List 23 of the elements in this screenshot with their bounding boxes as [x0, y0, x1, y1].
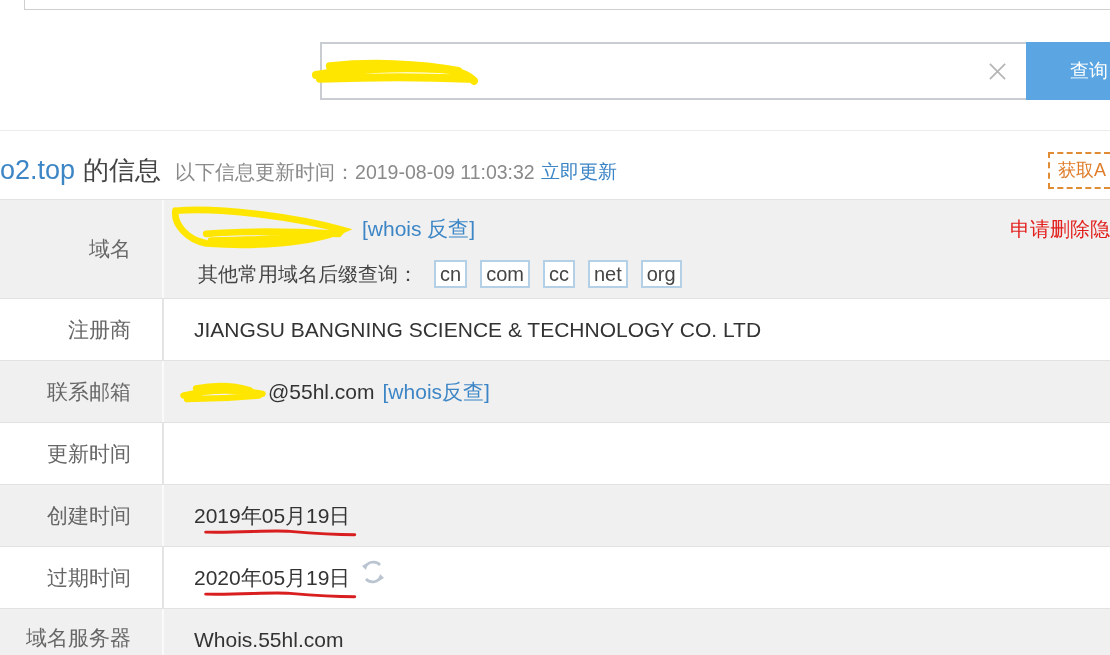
whois-link[interactable]: [whois 反查]: [362, 215, 476, 243]
field-value: 2019年05月19日: [194, 503, 351, 527]
update-now-link[interactable]: 立即更新: [540, 159, 617, 185]
close-icon[interactable]: [988, 61, 1007, 81]
suffix-link[interactable]: com: [480, 260, 530, 288]
whois-link[interactable]: [whois反查]: [382, 377, 490, 406]
suffix-link[interactable]: cc: [542, 260, 575, 288]
suffix-link[interactable]: org: [640, 260, 682, 288]
field-label: 域名服务器: [0, 609, 164, 655]
search-button[interactable]: 查询: [1026, 42, 1110, 100]
refresh-icon[interactable]: [360, 558, 387, 585]
field-value: @55hl.com: [268, 379, 375, 403]
domain-heading: o2.top: [0, 154, 76, 186]
suffix-query-label: 其他常用域名后缀查询：: [198, 261, 418, 287]
suffix-link[interactable]: cn: [434, 260, 468, 288]
privacy-removal-link[interactable]: 申请删除隐: [1010, 215, 1110, 243]
fetch-button[interactable]: 获取A: [1048, 151, 1110, 189]
update-time-note: 以下信息更新时间：2019-08-09 11:03:32: [175, 159, 535, 185]
field-value: JIANGSU BANGNING SCIENCE & TECHNOLOGY CO. LTD: [194, 317, 762, 341]
field-value: 2020年05月19日: [194, 565, 351, 589]
field-value: Whois.55hl.com: [194, 628, 344, 651]
heading-title: 的信息: [83, 153, 162, 187]
suffix-link[interactable]: net: [587, 260, 628, 288]
